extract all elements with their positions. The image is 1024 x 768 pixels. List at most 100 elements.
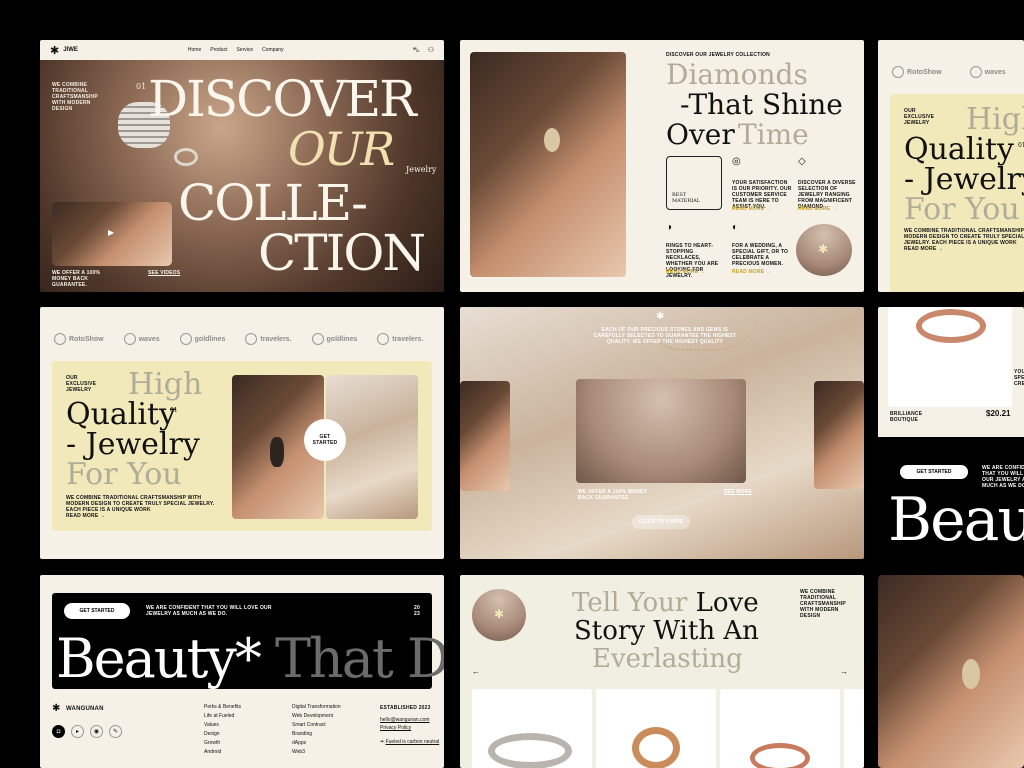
section-number: 01: [136, 82, 147, 91]
brand-name[interactable]: JIWE: [63, 47, 78, 53]
carbon-text: Fueled is carbon neutral: [385, 739, 440, 745]
read-more-1[interactable]: READ MORE →: [732, 206, 771, 212]
product-image[interactable]: [888, 307, 1012, 407]
read-more-link[interactable]: READ MORE →: [66, 513, 105, 519]
social-icons: ◘ ▸ ◉ ✎: [52, 725, 122, 738]
earring-portrait: [470, 52, 626, 277]
gold-watch-ring-image: [632, 727, 680, 768]
twitter-icon[interactable]: ✎: [109, 725, 122, 738]
title-discover: DISCOVER: [148, 70, 417, 128]
footer-link[interactable]: Design: [204, 730, 241, 739]
established-label: ESTABLISHED 2023: [380, 705, 431, 711]
guarantee-text: WE OFFER A 100% MONEY BACK GUARANTEE.: [578, 489, 648, 501]
card-necklace-gallery: ✱ EACH OF OUR PRECIOUS STONES AND GEMS I…: [460, 307, 864, 559]
footer-link[interactable]: Android: [204, 748, 241, 757]
headline-for-you: For You: [904, 192, 1020, 227]
explore-label: CLICK TO SWIPE: [639, 519, 683, 525]
travelers-icon: [377, 333, 390, 345]
see-more-link[interactable]: SEE MORE: [724, 489, 752, 495]
top-navbar: ✱ JIWE Home Product Service Company ⛍ ⚇: [40, 40, 444, 60]
best-material-badge: BEST MATERIAL: [666, 156, 722, 210]
sparkle-icon: ✱: [494, 607, 505, 621]
see-videos-link[interactable]: SEE VIDEOS: [148, 270, 180, 276]
read-more-3[interactable]: READ MORE →: [666, 269, 705, 275]
logo-waves: waves: [969, 66, 1006, 78]
earring-image: [544, 128, 560, 152]
get-started-button[interactable]: GET STARTED: [304, 419, 346, 461]
headline-over: Over: [666, 118, 735, 151]
globe-icon: ◎: [732, 156, 741, 167]
read-more-4[interactable]: READ MORE →: [732, 269, 771, 275]
read-more-2[interactable]: READ MORE →: [798, 206, 837, 212]
product-card-4[interactable]: [844, 689, 864, 768]
footer-link[interactable]: Growth: [204, 739, 241, 748]
headline-for-you: For You: [66, 457, 182, 492]
card-diamonds: DISCOVER OUR JEWELRY COLLECTION Diamonds…: [460, 40, 864, 292]
card-footer: GET STARTED WE ARE CONFIDENT THAT YOU WI…: [40, 575, 444, 768]
video-thumbnail[interactable]: ▶: [52, 202, 172, 266]
footer-link[interactable]: Smart Contract: [292, 721, 341, 730]
sparkle-icon: ✱: [818, 242, 829, 256]
footer-link[interactable]: Web3: [292, 748, 341, 757]
product-card-1[interactable]: [472, 689, 592, 768]
footer-link[interactable]: Web Development: [292, 712, 341, 721]
tell-your-text: Tell Your: [572, 588, 688, 618]
nav-product[interactable]: Product: [210, 47, 227, 53]
dribbble-icon[interactable]: ◉: [90, 725, 103, 738]
instagram-icon[interactable]: ◘: [52, 725, 65, 738]
play-icon[interactable]: ▶: [108, 228, 114, 237]
love-text: Love: [695, 588, 759, 618]
star-logo-icon[interactable]: ✱: [50, 44, 59, 57]
cta-label: GET STARTED: [312, 434, 338, 446]
nav-service[interactable]: Service: [236, 47, 253, 53]
side-photo-left[interactable]: [460, 381, 510, 491]
rotoshow-icon: [892, 66, 904, 78]
confidence-note: WE ARE CONFIDENT THAT YOU WILL LOVE OUR …: [146, 605, 272, 617]
email-link[interactable]: hello@wangunan.com: [380, 717, 430, 724]
footer-link[interactable]: Branding: [292, 730, 341, 739]
nav-home[interactable]: Home: [188, 47, 201, 53]
footer-brand[interactable]: WANGUNAN: [66, 706, 104, 712]
sparkle-icon: ✱: [656, 311, 665, 322]
side-photo-right[interactable]: [814, 381, 864, 489]
product-tile: BRILLIANCE BOUTIQUE $20.21 YOU SPE CRE: [878, 307, 1024, 437]
goldlines-icon: [311, 333, 324, 345]
main-photo[interactable]: [576, 379, 746, 483]
year-bottom: 23: [414, 611, 420, 617]
footer-link[interactable]: Digital Transformation: [292, 703, 341, 712]
arrow-left-icon[interactable]: ←: [472, 667, 480, 676]
star-logo-icon: ✱: [52, 703, 61, 714]
get-started-button[interactable]: GET STARTED: [64, 603, 130, 619]
read-more-link[interactable]: READ MORE →: [904, 246, 943, 252]
headline-line-1: Tell Your Love: [572, 589, 759, 617]
earring-image: [962, 659, 980, 689]
product-card-3[interactable]: [720, 689, 840, 768]
intro-text: WE COMBINE TRADITIONAL CRAFTSMANSHIP WIT…: [52, 82, 98, 112]
privacy-link[interactable]: Privacy Policy: [380, 725, 411, 732]
arrow-right-icon[interactable]: →: [840, 667, 848, 676]
headline-diamonds: Diamonds: [666, 58, 808, 91]
footer-link[interactable]: Life at Fueled: [204, 712, 241, 721]
card-high-quality: RotoShow waves goldlines travelers. gold…: [40, 307, 444, 559]
footer-col-company: Perks & Benefits Life at Fueled Values D…: [204, 703, 241, 757]
rotoshow-icon: [54, 333, 66, 345]
cart-icon[interactable]: ⛍: [413, 46, 420, 55]
get-started-button[interactable]: GET STARTED: [900, 465, 968, 479]
explore-button[interactable]: CLICK TO SWIPE: [632, 515, 690, 529]
hero-panel: OUR EXCLUSIVE JEWELRY High Quality 01 - …: [890, 94, 1024, 292]
caption-text: EACH OF OUR PRECIOUS STONES AND GEMS IS …: [593, 327, 737, 345]
nav-company[interactable]: Company: [262, 47, 283, 53]
section-number: 01: [1018, 142, 1024, 149]
youtube-icon[interactable]: ▸: [71, 725, 84, 738]
user-icon[interactable]: ⚇: [428, 46, 434, 54]
body-text: WE COMBINE TRADITIONAL CRAFTSMANSHIP WIT…: [66, 495, 215, 513]
gem-ring-image: [750, 743, 810, 768]
footer-link[interactable]: Values: [204, 721, 241, 730]
carbon-note: ❧ Fueled is carbon neutral: [380, 739, 439, 746]
product-card-2[interactable]: [596, 689, 716, 768]
card-earring-partial: [878, 575, 1024, 768]
title-our: OUR: [288, 122, 395, 176]
product-name[interactable]: BRILLIANCE BOUTIQUE: [890, 411, 930, 423]
footer-link[interactable]: Perks & Benefits: [204, 703, 241, 712]
footer-link[interactable]: dApps: [292, 739, 341, 748]
